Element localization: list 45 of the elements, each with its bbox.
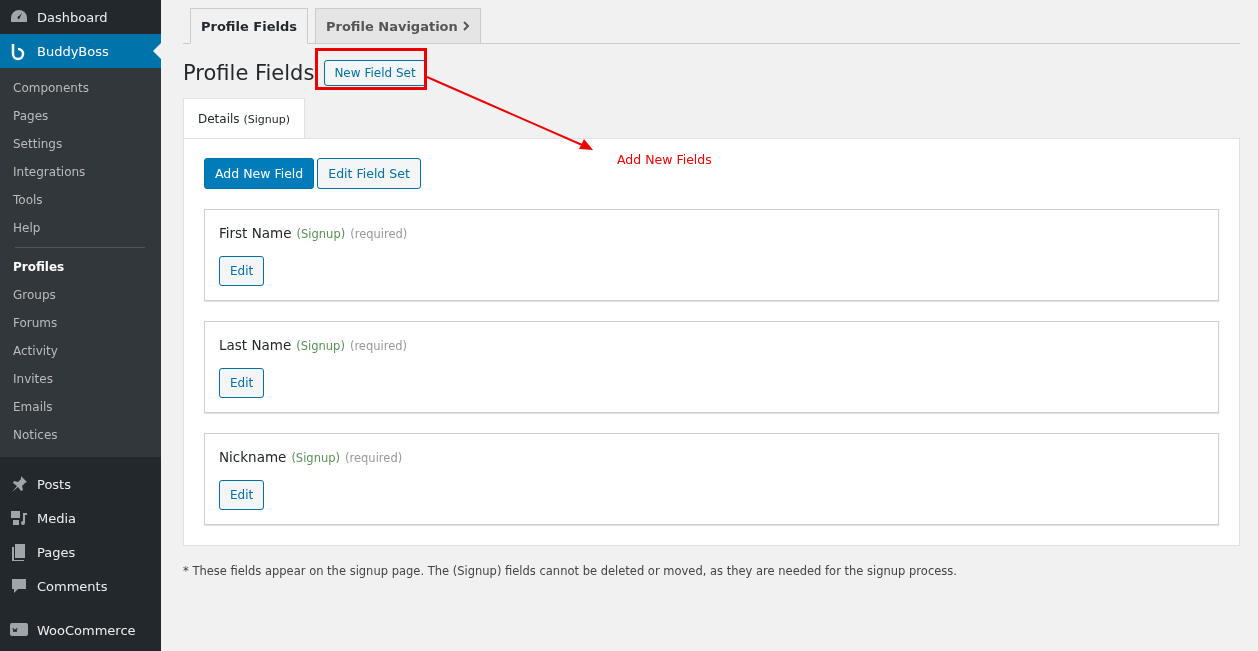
- submenu-item[interactable]: Integrations: [0, 158, 161, 186]
- submenu-item[interactable]: Pages: [0, 102, 161, 130]
- submenu-item[interactable]: Groups: [0, 281, 161, 309]
- required-note: (required): [350, 227, 408, 241]
- new-field-set-button[interactable]: New Field Set: [324, 60, 426, 86]
- submenu-item[interactable]: Notices: [0, 421, 161, 449]
- add-field-button[interactable]: Add New Field: [204, 158, 315, 189]
- submenu-item[interactable]: Help: [0, 214, 161, 242]
- field-name: Nickname: [219, 449, 287, 465]
- sidebar-menu-item[interactable]: Pages: [0, 535, 161, 569]
- submenu-item[interactable]: Components: [0, 74, 161, 102]
- edit-button[interactable]: Edit: [219, 256, 265, 286]
- signup-tag: (Signup): [296, 339, 345, 353]
- sidebar-menu-item[interactable]: Dashboard: [0, 0, 161, 34]
- submenu-item[interactable]: Emails: [0, 393, 161, 421]
- media-icon: [9, 508, 29, 528]
- nav-tab[interactable]: Profile Fields: [190, 8, 308, 44]
- edit-button[interactable]: Edit: [219, 480, 265, 510]
- pin-icon: [9, 474, 29, 494]
- field-name: First Name: [219, 225, 292, 241]
- speech-bubble-icon: [9, 576, 29, 596]
- field-name: Last Name: [219, 337, 292, 353]
- chevron-icon: [461, 21, 470, 31]
- submenu-item[interactable]: Invites: [0, 365, 161, 393]
- submenu-item[interactable]: Settings: [0, 130, 161, 158]
- edit-field-set-button[interactable]: Edit Field Set: [317, 158, 421, 189]
- edit-button[interactable]: Edit: [219, 368, 265, 398]
- signup-tag: (Signup): [291, 451, 341, 465]
- sidebar-menu-item[interactable]: Media: [0, 501, 161, 535]
- field-set-tab[interactable]: Details (Signup): [183, 98, 305, 139]
- submenu-item[interactable]: Tools: [0, 186, 161, 214]
- footnote: * These fields appear on the signup page. The (Signup) fields cannot be deleted or moved, as they are needed for the signup process.: [183, 564, 958, 578]
- sidebar-menu-item[interactable]: BuddyBoss: [0, 34, 161, 68]
- page-title: Profile Fields: [183, 61, 315, 85]
- required-note: (required): [345, 451, 403, 465]
- sidebar-menu-item[interactable]: Comments: [0, 569, 161, 603]
- sidebar-menu-item[interactable]: Posts: [0, 467, 161, 501]
- submenu-item[interactable]: Profiles: [0, 253, 161, 281]
- nav-tab[interactable]: Profile Navigation: [314, 8, 481, 44]
- sidebar-menu-item[interactable]: WooCommerce: [0, 613, 161, 647]
- annotation-label: Add New Fields: [617, 152, 712, 167]
- required-note: (required): [349, 339, 408, 353]
- submenu-item[interactable]: Activity: [0, 337, 161, 365]
- signup-tag: (Signup): [296, 227, 346, 241]
- submenu-item[interactable]: Forums: [0, 309, 161, 337]
